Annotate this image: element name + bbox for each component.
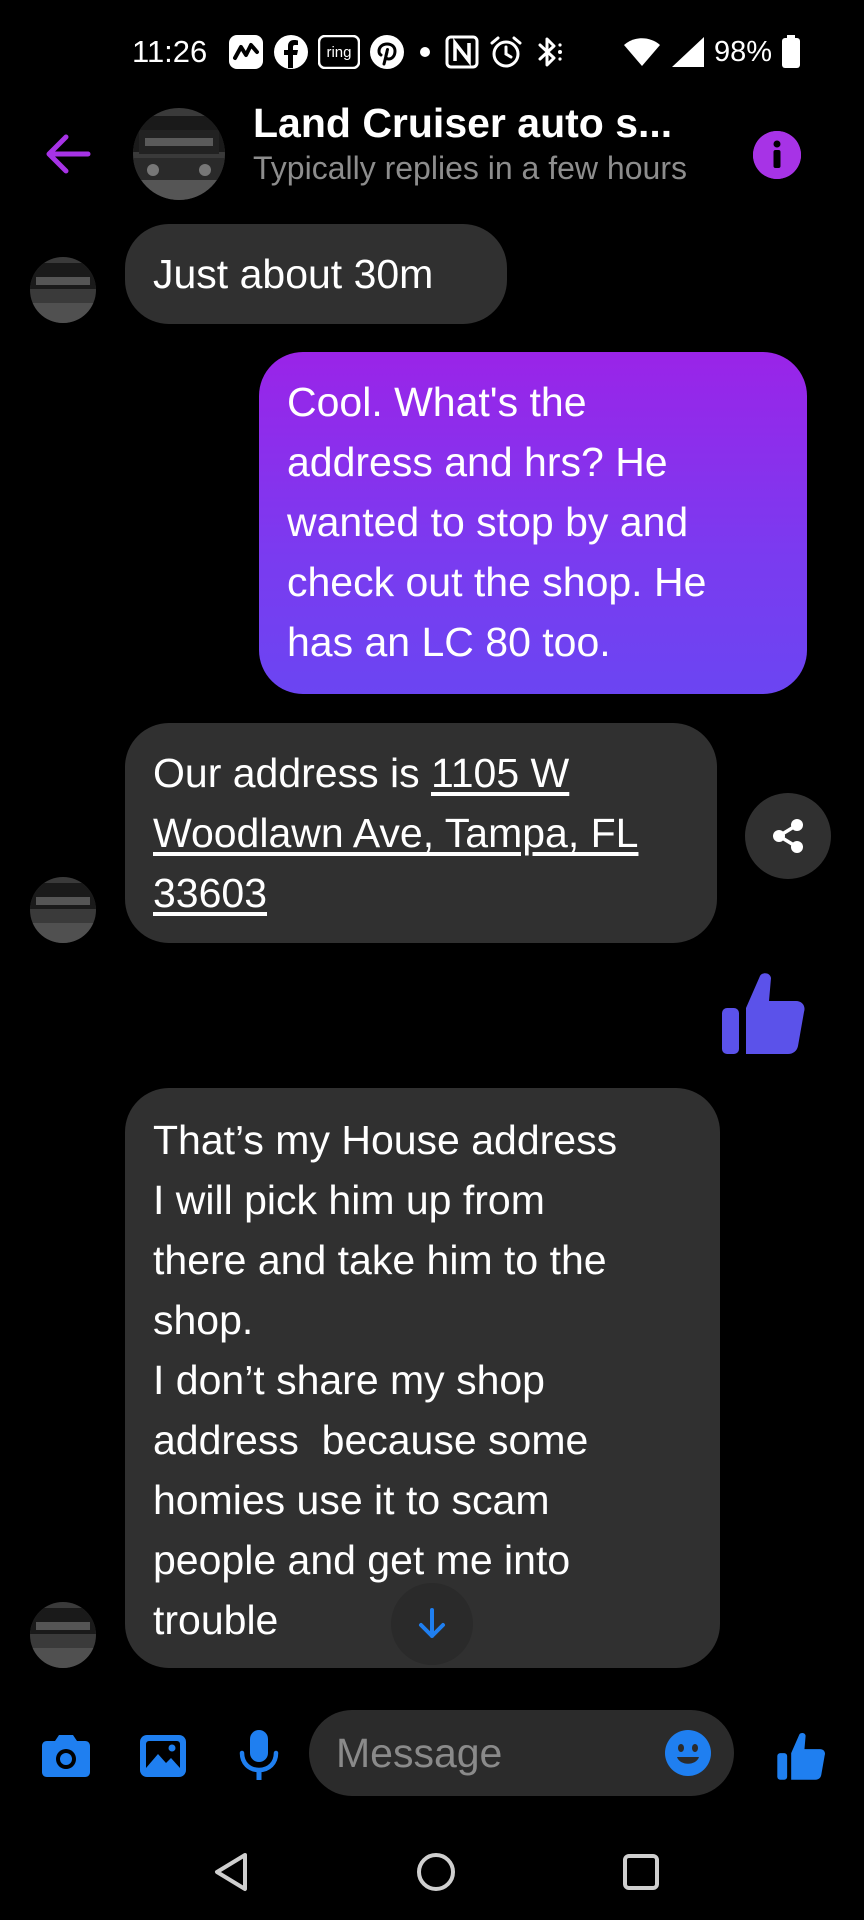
- system-status: 98%: [622, 30, 802, 74]
- message-line: address and hrs? He: [287, 439, 668, 485]
- notification-icons: ring: [228, 30, 567, 74]
- contact-name[interactable]: Land Cruiser auto s...: [253, 100, 672, 147]
- dot-icon: [420, 47, 430, 57]
- message-line: address because some: [153, 1417, 589, 1463]
- message-line: wanted to stop by and: [287, 499, 689, 545]
- message-bubble-incoming[interactable]: That’s my House address I will pick him …: [125, 1088, 720, 1668]
- pinterest-icon: [370, 35, 404, 69]
- gallery-button[interactable]: [133, 1726, 193, 1786]
- status-time: 11:26: [132, 34, 208, 69]
- nav-home-button[interactable]: [408, 1844, 464, 1900]
- back-arrow-icon[interactable]: [40, 126, 96, 182]
- recents-square-icon: [623, 1854, 659, 1890]
- conversation-header: Land Cruiser auto s... Typically replies…: [0, 100, 864, 210]
- message-field[interactable]: [309, 1710, 734, 1796]
- nav-back-button[interactable]: [203, 1844, 259, 1900]
- message-line: check out the shop. He: [287, 559, 707, 605]
- message-line: I will pick him up from: [153, 1177, 545, 1223]
- emoji-icon[interactable]: [664, 1729, 712, 1777]
- back-triangle-icon: [215, 1853, 247, 1891]
- share-button[interactable]: [745, 793, 831, 879]
- message-line: That’s my House address: [153, 1117, 618, 1163]
- camera-button[interactable]: [36, 1726, 96, 1786]
- microphone-icon: [239, 1730, 279, 1780]
- camera-icon: [42, 1735, 90, 1777]
- message-line: people and get me into: [153, 1537, 571, 1583]
- message-bubble-outgoing[interactable]: Cool. What's the address and hrs? He wan…: [259, 352, 807, 694]
- avatar[interactable]: [30, 257, 96, 323]
- info-button[interactable]: [753, 131, 801, 179]
- battery-percent: 98%: [713, 35, 772, 68]
- message-line: shop.: [153, 1297, 254, 1343]
- scroll-to-bottom-button[interactable]: [391, 1583, 473, 1665]
- message-input[interactable]: [336, 1723, 636, 1783]
- ring-icon: ring: [318, 35, 360, 69]
- voice-button[interactable]: [229, 1726, 289, 1786]
- address-link[interactable]: 1105 W: [431, 750, 569, 796]
- avatar[interactable]: [133, 108, 225, 200]
- like-button[interactable]: [771, 1726, 831, 1786]
- bluetooth-icon: [538, 37, 562, 67]
- nav-recents-button[interactable]: [613, 1844, 669, 1900]
- thumbs-up-icon[interactable]: [718, 968, 808, 1058]
- message-line: has an LC 80 too.: [287, 619, 611, 665]
- navigation-bar: [0, 1820, 864, 1920]
- home-circle-icon: [417, 1853, 455, 1891]
- signal-icon: [671, 37, 704, 67]
- avatar[interactable]: [30, 877, 96, 943]
- message-line: Cool. What's the: [287, 379, 587, 425]
- message-bubble-incoming[interactable]: Just about 30m: [125, 224, 507, 324]
- svg-text:ring: ring: [326, 44, 351, 61]
- activity-icon: [229, 35, 263, 69]
- composer: [0, 1700, 864, 1810]
- message-line: there and take him to the: [153, 1237, 607, 1283]
- status-bar: 11:26 ring 98%: [0, 0, 864, 110]
- thumbs-up-icon: [777, 1733, 825, 1780]
- message-bubble-incoming[interactable]: Our address is 1105 W Woodlawn Ave, Tamp…: [125, 723, 717, 943]
- message-text: Our address is: [153, 750, 431, 796]
- image-icon: [140, 1735, 186, 1777]
- battery-icon: [782, 35, 800, 68]
- address-link[interactable]: 33603: [153, 870, 267, 916]
- share-icon: [773, 819, 803, 853]
- address-link[interactable]: Woodlawn Ave, Tampa, FL: [153, 810, 638, 856]
- nfc-icon: [445, 35, 479, 69]
- facebook-icon: [274, 35, 308, 69]
- arrow-down-icon: [419, 1608, 445, 1638]
- alarm-icon: [490, 36, 522, 68]
- wifi-icon: [623, 38, 660, 66]
- reply-status: Typically replies in a few hours: [253, 150, 687, 186]
- avatar[interactable]: [30, 1602, 96, 1668]
- message-text: Just about 30m: [153, 251, 434, 297]
- message-line: homies use it to scam: [153, 1477, 550, 1523]
- info-icon: [753, 131, 801, 179]
- message-line: I don’t share my shop: [153, 1357, 545, 1403]
